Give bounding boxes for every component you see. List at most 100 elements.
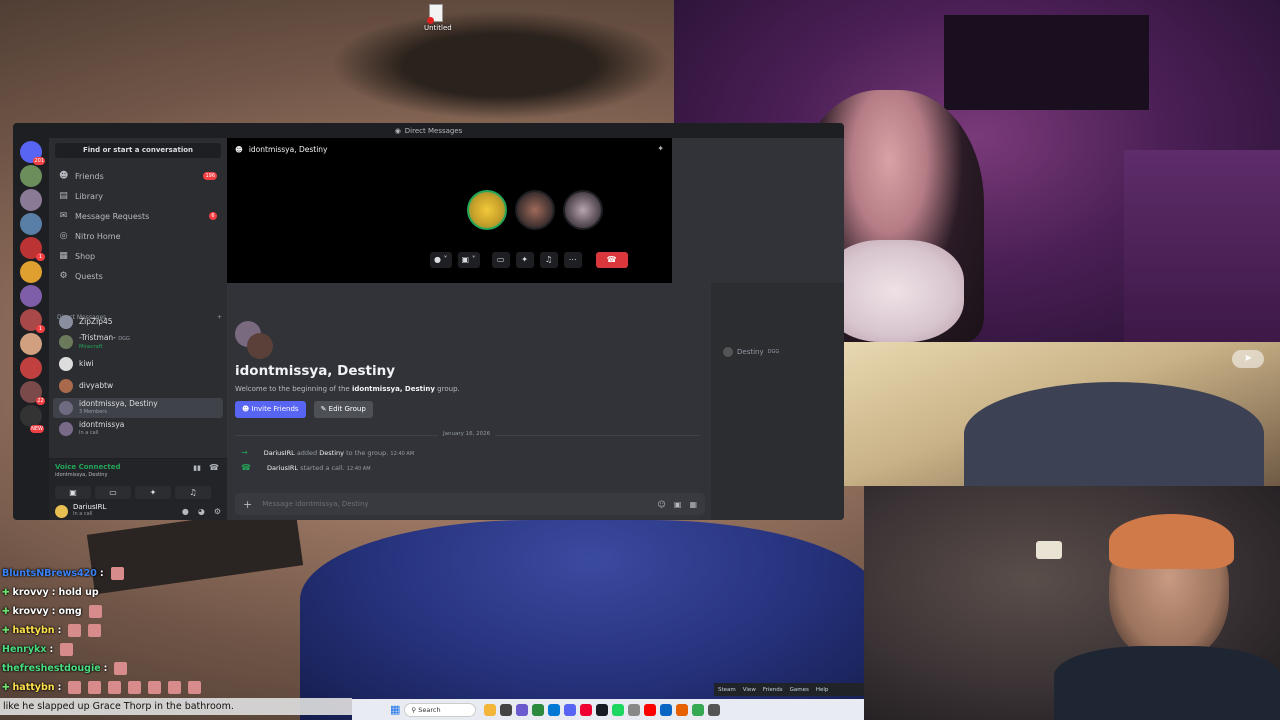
taskbar-app-icon[interactable] <box>564 703 577 716</box>
pin-icon[interactable]: ✦ <box>657 144 664 153</box>
chat-emote-icon <box>108 681 122 694</box>
avatar[interactable] <box>55 504 68 518</box>
more-options-button[interactable]: ⋯ <box>563 252 582 268</box>
call-participant-avatar[interactable] <box>563 190 603 230</box>
server-badge: 201 <box>33 157 45 165</box>
desktop-file-icon[interactable]: Untitled <box>424 4 452 32</box>
nav-message-requests[interactable]: ✉ Message Requests 6 <box>53 207 223 225</box>
message-input[interactable] <box>262 500 648 508</box>
camera-toggle-button[interactable]: ▣ ˅ <box>457 252 480 268</box>
library-icon: ▤ <box>59 190 68 201</box>
server-icon[interactable] <box>20 213 42 235</box>
steam-menu-item[interactable]: View <box>743 687 756 693</box>
taskbar-app-icon[interactable] <box>644 703 657 716</box>
next-arrow-button[interactable]: ➤ <box>1232 350 1264 368</box>
taskbar-app-icon[interactable] <box>596 703 609 716</box>
secondary-camera-feed <box>844 342 1280 486</box>
server-icon[interactable] <box>20 189 42 211</box>
gear-icon[interactable]: ⚙ <box>214 507 221 516</box>
chat-message: thefreshestdougie: <box>0 659 300 678</box>
steam-menu-item[interactable]: Games <box>790 687 809 693</box>
dm-item[interactable]: divyabtw <box>53 376 223 396</box>
call-participant-avatar[interactable] <box>467 190 507 230</box>
server-icon[interactable] <box>20 261 42 283</box>
nav-nitro-home[interactable]: ◎ Nitro Home <box>53 227 223 245</box>
taskbar-app-icon[interactable] <box>580 703 593 716</box>
activities-button[interactable]: ✦ <box>515 252 534 268</box>
steam-menu-item[interactable]: Friends <box>763 687 783 693</box>
taskbar-app-icon[interactable] <box>692 703 705 716</box>
chat-username[interactable]: BluntsNBrews420 <box>2 568 97 579</box>
video-off-button[interactable]: ▣ <box>55 486 91 499</box>
dm-item[interactable]: ZipZip45 <box>53 312 223 332</box>
chat-username[interactable]: hattybn <box>13 682 55 693</box>
camera-blanket <box>824 240 964 342</box>
taskbar-app-icon[interactable] <box>484 703 497 716</box>
noise-suppression-icon[interactable]: ▮▮ <box>193 464 201 472</box>
edit-group-button[interactable]: ✎ Edit Group <box>313 401 373 418</box>
taskbar-app-icon[interactable] <box>548 703 561 716</box>
join-arrow-icon: → <box>241 448 248 457</box>
taskbar-app-icon[interactable] <box>516 703 529 716</box>
server-icon[interactable] <box>20 285 42 307</box>
steam-menubar: Steam View Friends Games Help <box>714 683 864 696</box>
dm-item-active[interactable]: idontmissya, Destiny 3 Members <box>53 398 223 418</box>
sticker-icon[interactable]: ▣ <box>674 500 682 509</box>
taskbar-app-icon[interactable] <box>660 703 673 716</box>
steam-menu-item[interactable]: Steam <box>718 687 736 693</box>
chat-message: BluntsNBrews420: <box>0 564 300 583</box>
taskbar-app-icon[interactable] <box>532 703 545 716</box>
dm-item[interactable]: kiwi <box>53 354 223 374</box>
gif-icon[interactable]: ☺ <box>658 500 666 509</box>
taskbar-app-icon[interactable] <box>628 703 641 716</box>
server-icon[interactable]: 1 <box>20 237 45 261</box>
message-target[interactable]: Destiny <box>319 449 344 457</box>
server-home-button[interactable]: 201 <box>20 141 45 165</box>
taskbar-app-icon[interactable] <box>676 703 689 716</box>
taskbar-app-icon[interactable] <box>708 703 721 716</box>
call-participant-avatar[interactable] <box>515 190 555 230</box>
soundboard-button[interactable]: ♫ <box>175 486 211 499</box>
headphones-icon[interactable]: ◕ <box>198 507 205 516</box>
steam-menu-item[interactable]: Help <box>816 687 829 693</box>
nav-friends[interactable]: ☻ Friends 196 <box>53 167 223 185</box>
microphone-icon[interactable]: ● <box>182 507 189 516</box>
activities-button[interactable]: ✦ <box>135 486 171 499</box>
chat-username[interactable]: Henrykx <box>2 644 46 655</box>
server-icon[interactable]: 1 <box>20 309 45 333</box>
attach-plus-icon[interactable]: + <box>243 498 252 511</box>
member-item[interactable]: Destiny DGG <box>723 347 779 357</box>
soundboard-button[interactable]: ♫ <box>539 252 558 268</box>
dm-item[interactable]: idontmissya In a call <box>53 419 223 439</box>
apps-icon[interactable]: ▦ <box>689 500 697 509</box>
server-icon[interactable] <box>20 333 42 355</box>
taskbar-search[interactable]: ⚲ Search <box>404 702 477 717</box>
avatar <box>59 379 73 393</box>
screen-share-button[interactable]: ▭ <box>95 486 131 499</box>
invite-friends-button[interactable]: ☻ Invite Friends <box>235 401 306 418</box>
message-user[interactable]: DariusIRL <box>264 449 295 457</box>
message-user[interactable]: DariusIRL <box>267 464 298 472</box>
find-conversation-button[interactable]: Find or start a conversation <box>55 143 221 158</box>
server-icon[interactable]: 22 <box>20 381 45 405</box>
chat-username[interactable]: krovvy <box>13 587 49 598</box>
taskbar-app-icon[interactable] <box>500 703 513 716</box>
nav-quests[interactable]: ⚙ Quests <box>53 267 223 285</box>
chat-username[interactable]: thefreshestdougie <box>2 663 101 674</box>
screen-share-button[interactable]: ▭ <box>491 252 510 268</box>
hang-up-button[interactable]: ☎ <box>595 252 628 268</box>
server-icon[interactable]: NEW <box>20 405 44 433</box>
chat-username[interactable]: hattybn <box>13 625 55 636</box>
taskbar-app-icon[interactable] <box>612 703 625 716</box>
server-icon[interactable] <box>20 165 42 187</box>
avatar <box>59 357 73 371</box>
server-icon[interactable] <box>20 357 42 379</box>
mute-button[interactable]: ● ˅ <box>430 252 452 268</box>
dm-item[interactable]: -Tristman- DGG Minecraft <box>53 332 223 352</box>
message-time: 12:40 AM <box>390 450 415 457</box>
chat-username[interactable]: krovvy <box>13 606 49 617</box>
start-windows-icon[interactable]: ▦ <box>390 703 400 716</box>
nav-shop[interactable]: ▦ Shop <box>53 247 223 265</box>
disconnect-icon[interactable]: ☎ <box>209 463 219 472</box>
nav-library[interactable]: ▤ Library <box>53 187 223 205</box>
